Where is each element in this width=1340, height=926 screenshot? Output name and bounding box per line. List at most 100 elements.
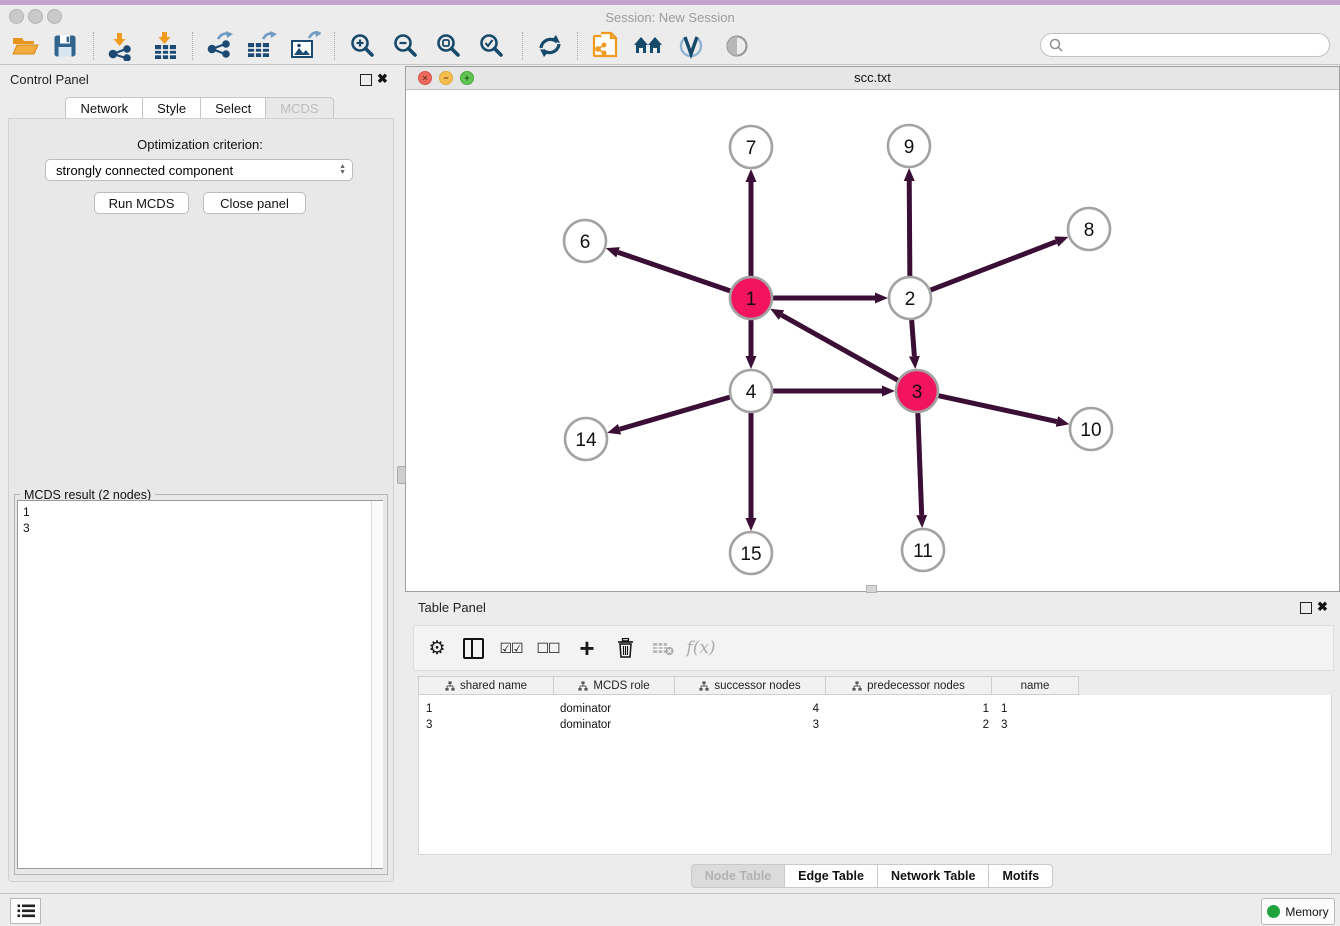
graph-node-label-15: 15: [740, 544, 761, 565]
graph-edge-2-3[interactable]: [912, 320, 915, 356]
table-settings-button[interactable]: ⚙: [422, 634, 452, 662]
plus-icon: +: [579, 633, 594, 664]
import-network-button[interactable]: [103, 30, 137, 62]
unchecked-boxes-icon: ☐☐: [536, 640, 559, 657]
export-network-button[interactable]: [202, 30, 236, 62]
table-toolbar: ⚙ ☑☑ ☐☐ + f(x): [413, 625, 1334, 671]
zoom-in-button[interactable]: [346, 30, 380, 62]
search-box[interactable]: [1040, 33, 1330, 57]
home-icon: [632, 33, 664, 59]
unselect-all-columns-button[interactable]: ☐☐: [533, 634, 563, 662]
tab-motifs[interactable]: Motifs: [988, 864, 1053, 888]
result-scrollbar[interactable]: [371, 501, 383, 868]
zoom-fit-icon: [435, 32, 463, 60]
zoom-out-icon: [392, 32, 420, 60]
search-input[interactable]: [1068, 37, 1329, 53]
toggle-graphics-details-button[interactable]: [720, 30, 754, 62]
graph-node-label-11: 11: [913, 541, 933, 562]
style-vizmap-icon: [677, 32, 705, 60]
toolbar-separator: [522, 32, 524, 60]
clone-network-button[interactable]: [588, 30, 622, 62]
network-view-window: × − + scc.txt 7968124314101511: [405, 66, 1340, 592]
show-columns-button[interactable]: [458, 634, 488, 662]
table-row[interactable]: 1 dominator 4 1 1: [419, 701, 1331, 717]
tab-mcds[interactable]: MCDS: [265, 97, 333, 120]
table-panel-float-button[interactable]: [1300, 602, 1312, 614]
task-history-button[interactable]: [10, 898, 41, 924]
table-row[interactable]: 3 dominator 3 2 3: [419, 717, 1331, 733]
tab-node-table[interactable]: Node Table: [691, 864, 785, 888]
control-panel-float-button[interactable]: [360, 74, 372, 86]
clone-network-icon: [591, 31, 619, 61]
close-panel-button[interactable]: Close panel: [203, 192, 306, 214]
network-canvas[interactable]: 7968124314101511: [406, 89, 1339, 591]
open-style-button[interactable]: [674, 30, 708, 62]
network-view-title: scc.txt: [406, 70, 1339, 85]
tab-network[interactable]: Network: [65, 97, 143, 120]
graph-edge-3-10[interactable]: [938, 396, 1056, 422]
add-row-button[interactable]: +: [572, 634, 602, 662]
tab-edge-table[interactable]: Edge Table: [784, 864, 878, 888]
control-panel-close-button[interactable]: ✖: [377, 71, 388, 87]
table-tabs: Node Table Edge Table Network Table Moti…: [405, 864, 1340, 888]
function-builder-button[interactable]: f(x): [686, 634, 716, 662]
zoom-fit-button[interactable]: [432, 30, 466, 62]
tab-network-table[interactable]: Network Table: [877, 864, 990, 888]
column-header-successor-nodes[interactable]: successor nodes: [675, 677, 826, 694]
gear-icon: ⚙: [428, 637, 445, 660]
export-table-button[interactable]: [244, 30, 278, 62]
save-session-button[interactable]: [48, 30, 82, 62]
graph-node-label-8: 8: [1084, 220, 1095, 241]
column-header-predecessor-nodes[interactable]: predecessor nodes: [826, 677, 992, 694]
memory-button[interactable]: Memory: [1261, 898, 1335, 925]
attribute-icon: [445, 681, 455, 691]
graph-edge-2-8[interactable]: [931, 242, 1057, 290]
import-network-icon: [105, 31, 135, 61]
graph-node-label-14: 14: [575, 430, 597, 451]
zoom-out-button[interactable]: [389, 30, 423, 62]
column-header-shared-name[interactable]: shared name: [419, 677, 554, 694]
tab-style[interactable]: Style: [142, 97, 201, 120]
graph-edge-3-1[interactable]: [782, 315, 898, 380]
mcds-result-list[interactable]: 1 3: [17, 500, 383, 869]
control-panel-tabs: Network Style Select MCDS: [0, 97, 400, 118]
export-image-button[interactable]: [288, 30, 322, 62]
run-mcds-button[interactable]: Run MCDS: [94, 192, 189, 214]
apply-preferred-layout-button[interactable]: [631, 30, 665, 62]
zoom-selected-button[interactable]: [475, 30, 509, 62]
column-header-mcds-role[interactable]: MCDS role: [554, 677, 675, 694]
toolbar-separator: [192, 32, 194, 60]
import-table-button[interactable]: [148, 30, 182, 62]
criterion-dropdown[interactable]: strongly connected component ▲▼: [45, 159, 353, 181]
table-header-row: shared name MCDS role successor nodes pr…: [418, 676, 1079, 695]
delete-table-button[interactable]: [648, 634, 678, 662]
graph-node-label-6: 6: [580, 232, 591, 253]
panel-splitter-handle[interactable]: [397, 466, 406, 484]
column-header-name[interactable]: name: [992, 677, 1078, 694]
attribute-icon: [578, 681, 588, 691]
open-folder-icon: [11, 34, 39, 58]
table-body[interactable]: 1 dominator 4 1 1 3 dominator 3 2 3: [418, 695, 1332, 855]
export-table-icon: [245, 31, 277, 61]
list-icon: [17, 903, 35, 919]
toolbar-separator: [334, 32, 336, 60]
export-network-icon: [204, 31, 234, 61]
graph-edge-3-11[interactable]: [918, 413, 922, 515]
toolbar-separator: [93, 32, 95, 60]
save-icon: [53, 34, 77, 58]
search-icon: [1049, 38, 1063, 52]
apply-layout-button[interactable]: [533, 30, 567, 62]
delete-button[interactable]: [610, 634, 640, 662]
graph-edge-2-9[interactable]: [909, 181, 910, 276]
select-all-columns-button[interactable]: ☑☑: [496, 634, 526, 662]
canvas-scrollbar-thumb[interactable]: [866, 585, 877, 593]
graph-edge-1-6[interactable]: [618, 252, 730, 290]
tab-select[interactable]: Select: [200, 97, 266, 120]
titlebar[interactable]: Session: New Session: [0, 5, 1340, 28]
graph-edge-4-14[interactable]: [620, 397, 730, 429]
open-session-button[interactable]: [8, 30, 42, 62]
network-view-titlebar[interactable]: × − + scc.txt: [406, 67, 1339, 90]
columns-icon: [463, 638, 484, 659]
refresh-icon: [536, 32, 564, 60]
table-panel-close-button[interactable]: ✖: [1317, 599, 1328, 615]
